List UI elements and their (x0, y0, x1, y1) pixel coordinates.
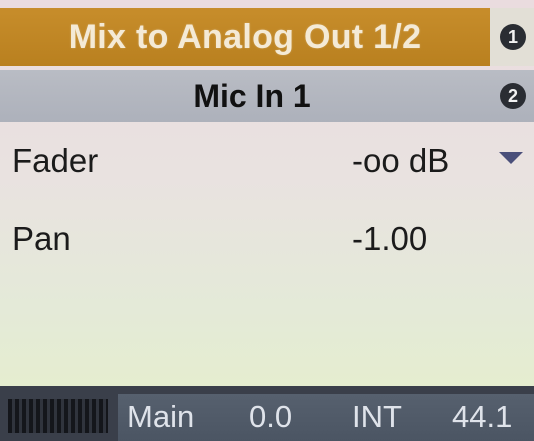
status-sample-rate: 44.1 (452, 399, 513, 434)
fader-row[interactable]: Fader -oo dB (0, 130, 534, 190)
pan-value[interactable]: -1.00 (352, 220, 427, 258)
status-clock-source: INT (352, 399, 402, 434)
page-2-badge-icon[interactable]: 2 (500, 83, 526, 109)
status-level: 0.0 (249, 399, 293, 434)
mix-title: Mix to Analog Out 1/2 (68, 17, 422, 56)
page-1-badge-icon[interactable]: 1 (500, 24, 526, 50)
pan-label: Pan (12, 220, 71, 257)
mix-title-bar: Mix to Analog Out 1/2 (0, 8, 490, 66)
status-mix-name: Main (127, 399, 195, 434)
fader-dropdown-arrow-icon[interactable] (499, 152, 523, 164)
fader-label: Fader (12, 142, 99, 179)
channel-title: Mic In 1 (193, 77, 311, 114)
display-screen: Mix to Analog Out 1/2 1 Mic In 1 2 Fader… (0, 0, 534, 441)
fader-value[interactable]: -oo dB (352, 142, 449, 180)
channel-title-bar: Mic In 1 (0, 70, 534, 122)
level-meter-icon (8, 399, 108, 433)
pan-row[interactable]: Pan -1.00 (0, 208, 534, 268)
